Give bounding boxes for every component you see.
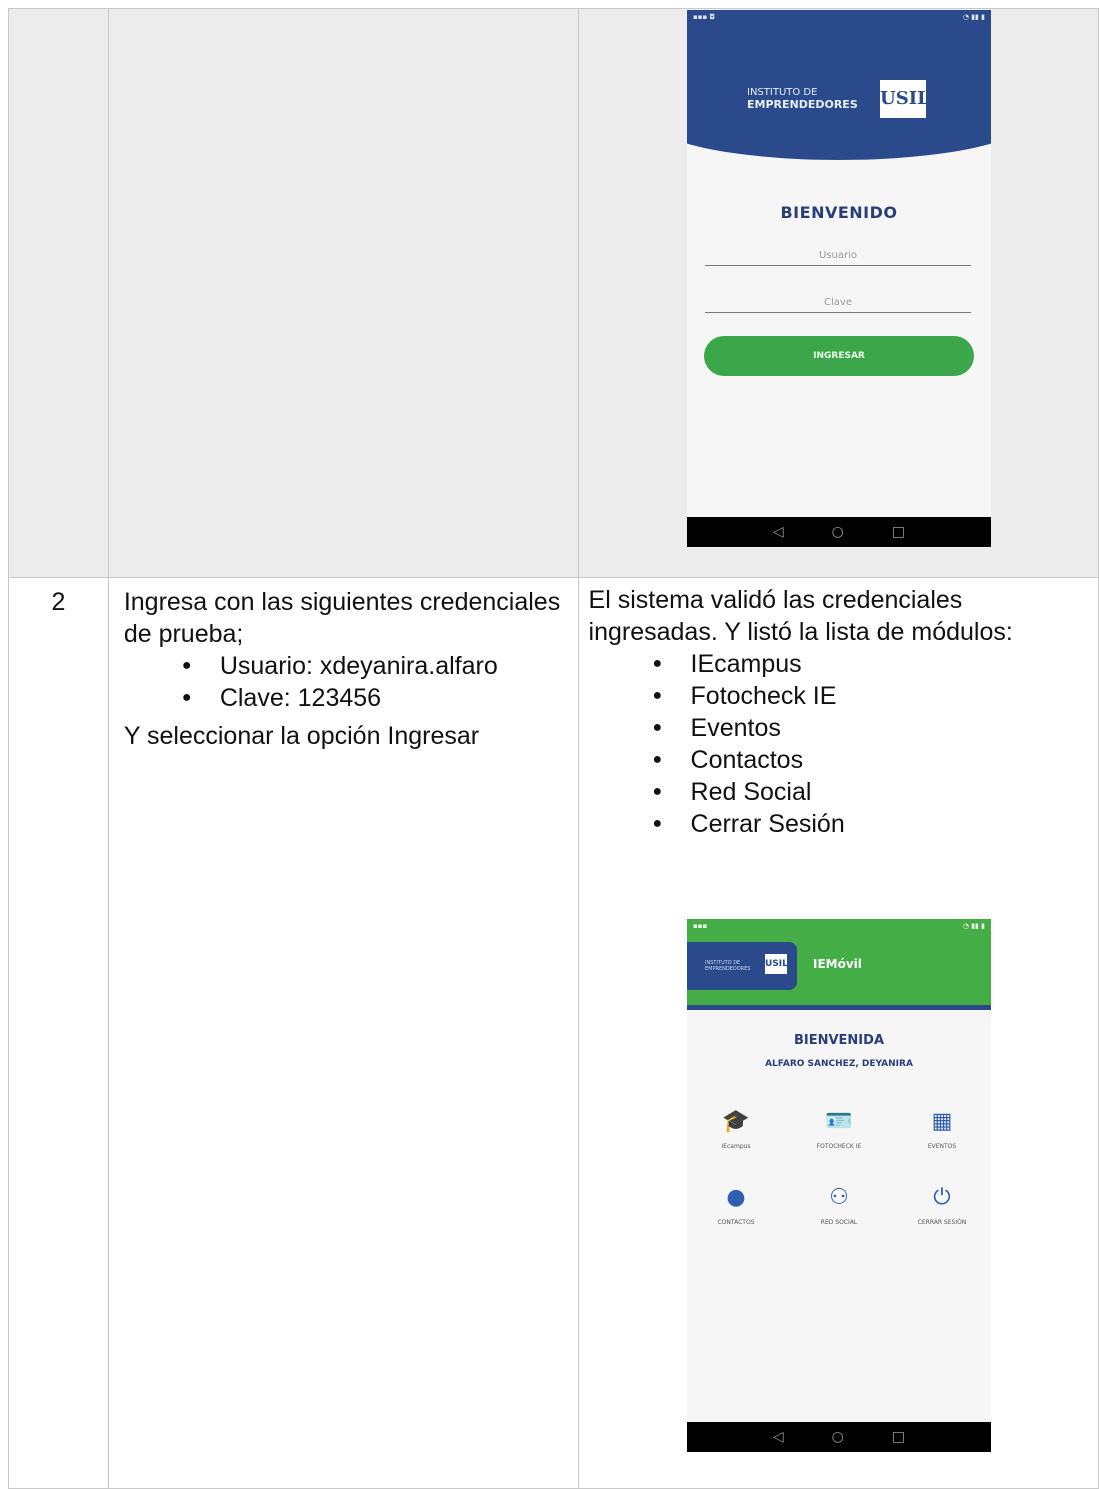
android-nav-bar: ◁ ○ □	[687, 1422, 991, 1452]
list-item: ● Contactos	[652, 746, 804, 774]
list-item: ● Fotocheck IE	[652, 682, 837, 710]
module-cerrar-sesion[interactable]: ⏻ CERRAR SESIÓN	[899, 1185, 985, 1227]
welcome-title: BIENVENIDO	[780, 203, 898, 222]
action-cell: Ingresa con las siguientes credenciales …	[107, 577, 579, 1489]
result-intro: El sistema validó las credenciales ingre…	[588, 586, 1013, 646]
usil-logo: USIL	[765, 954, 788, 974]
step-number: 2	[8, 577, 109, 1489]
welcome-title: BIENVENIDA	[793, 1033, 885, 1048]
recents-icon[interactable]: □	[892, 524, 905, 540]
android-nav-bar: ◁ ○ □	[687, 517, 991, 547]
institute-logo-text: INSTITUTO DE EMPRENDEDORES	[747, 87, 858, 111]
list-item: ● Usuario: xdeyanira.alfaro	[181, 652, 498, 680]
graduation-cap-icon: 🎓	[722, 1109, 750, 1134]
home-screenshot: ▪▪▪ ◔ ▮▮ ▮ INSTITUTO DE EMPRENDEDORES USIL…	[687, 919, 991, 1452]
modules-list: ● IEcampus ● Fotocheck IE ● Eventos ● Contac…	[589, 648, 1098, 840]
module-fotocheck[interactable]: 🪪 FOTOCHECK IE	[796, 1109, 882, 1151]
password-field[interactable]: Clave	[705, 297, 971, 313]
id-card-icon: 🪪	[825, 1109, 853, 1134]
action-cell	[107, 8, 579, 578]
list-item: ● Eventos	[652, 714, 781, 742]
action-outro: Y seleccionar la opción Ingresar	[123, 722, 480, 750]
module-iecampus[interactable]: 🎓 IEcampus	[693, 1109, 779, 1151]
credentials-list: ● Usuario: xdeyanira.alfaro ● Clave: 12345…	[124, 650, 564, 714]
back-icon[interactable]: ◁	[773, 1429, 784, 1445]
list-item: ● Red Social	[652, 778, 812, 806]
status-bar: ▪▪▪ ◔ ▮▮ ▮	[693, 922, 985, 930]
power-icon: ⏻	[933, 1185, 951, 1210]
usil-logo: USIL	[880, 80, 930, 118]
list-item: ● Clave: 123456	[181, 684, 382, 712]
login-screenshot: ▪▪▪ ◘ ◔ ▮▮ ▮ INSTITUTO DE EMPRENDEDORES U…	[687, 10, 991, 547]
user-name: ALFARO SANCHEZ, DEYANIRA	[765, 1059, 913, 1069]
module-contactos[interactable]: ● CONTACTOS	[693, 1185, 779, 1227]
home-icon[interactable]: ○	[832, 1429, 844, 1445]
app-name: IEMóvil	[813, 957, 862, 971]
back-icon[interactable]: ◁	[773, 524, 784, 540]
action-intro: Ingresa con las siguientes credenciales …	[123, 588, 561, 648]
login-header	[687, 10, 991, 160]
home-icon[interactable]: ○	[832, 524, 844, 540]
list-item: ● Cerrar Sesión	[652, 810, 845, 838]
institute-logo: INSTITUTO DE EMPRENDEDORES USIL	[687, 942, 797, 990]
module-red-social[interactable]: ⚇ RED SOCIAL	[796, 1185, 882, 1227]
recents-icon[interactable]: □	[892, 1429, 905, 1445]
status-bar: ▪▪▪ ◘ ◔ ▮▮ ▮	[693, 13, 985, 21]
username-field[interactable]: Usuario	[705, 250, 971, 266]
divider	[687, 1005, 991, 1010]
step-number-cell	[8, 8, 109, 578]
institute-logo-text: INSTITUTO DE EMPRENDEDORES	[705, 960, 751, 972]
module-eventos[interactable]: ▦ EVENTOS	[899, 1109, 985, 1151]
login-button[interactable]: INGRESAR	[704, 336, 974, 376]
contacts-icon: ●	[726, 1185, 746, 1210]
people-icon: ⚇	[829, 1185, 849, 1210]
calendar-icon: ▦	[931, 1109, 953, 1134]
list-item: ● IEcampus	[652, 650, 802, 678]
